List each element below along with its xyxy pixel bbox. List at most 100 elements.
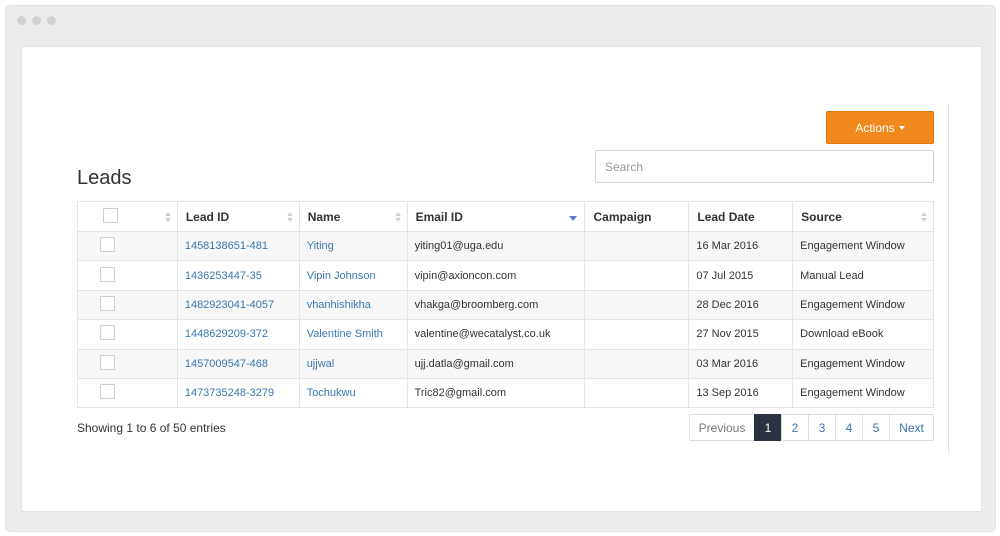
lead-name-link[interactable]: Valentine Smith bbox=[307, 328, 383, 340]
name-cell: Tochukwu bbox=[298, 377, 408, 409]
source-cell: Engagement Window bbox=[792, 377, 934, 409]
select-all-checkbox[interactable] bbox=[103, 207, 118, 223]
campaign-cell bbox=[584, 260, 690, 291]
lead-id-cell: 1436253447-35 bbox=[176, 260, 300, 291]
browser-window: Actions Leads Lead ID bbox=[5, 5, 996, 532]
sort-icon[interactable] bbox=[921, 211, 927, 222]
name-cell: vhanhishikha bbox=[298, 289, 408, 321]
lead-id-link[interactable]: 1458138651-481 bbox=[185, 240, 268, 252]
caret-down-icon bbox=[898, 126, 905, 130]
email-cell: ujj.datla@gmail.com bbox=[406, 348, 586, 379]
email-cell: vipin@axioncon.com bbox=[406, 260, 586, 291]
column-header-label: Lead ID bbox=[185, 209, 230, 224]
table-row: 1473735248-3279 Tochukwu Tric82@gmail.co… bbox=[77, 377, 934, 409]
window-controls bbox=[17, 16, 56, 25]
page-button-3[interactable]: 3 bbox=[808, 414, 836, 441]
column-header-source[interactable]: Source bbox=[792, 201, 934, 232]
name-cell: Vipin Johnson bbox=[298, 260, 408, 291]
table-row: 1458138651-481 Yiting yiting01@uga.edu 1… bbox=[77, 230, 934, 262]
window-dot-icon bbox=[17, 16, 26, 25]
name-cell: Yiting bbox=[298, 230, 408, 262]
sort-desc-icon[interactable] bbox=[569, 215, 578, 221]
sort-icon[interactable] bbox=[164, 211, 171, 222]
table-row: 1448629209-372 Valentine Smith valentine… bbox=[77, 319, 934, 350]
lead-name-link[interactable]: Tochukwu bbox=[307, 387, 356, 399]
lead-id-cell: 1473735248-3279 bbox=[176, 377, 300, 409]
lead-name-link[interactable]: Yiting bbox=[307, 240, 334, 252]
row-checkbox[interactable] bbox=[100, 384, 115, 400]
table-row: 1457009547-468 ujjwal ujj.datla@gmail.co… bbox=[77, 348, 934, 379]
page-button-1[interactable]: 1 bbox=[754, 414, 782, 441]
lead-id-cell: 1458138651-481 bbox=[176, 230, 300, 262]
row-checkbox[interactable] bbox=[100, 325, 115, 341]
sort-icon[interactable] bbox=[394, 211, 401, 222]
row-select-cell bbox=[77, 319, 178, 350]
page-title: Leads bbox=[77, 167, 132, 189]
column-header-lead-id[interactable]: Lead ID bbox=[176, 201, 300, 232]
lead-id-link[interactable]: 1457009547-468 bbox=[185, 358, 268, 370]
email-cell: vhakga@broomberg.com bbox=[406, 289, 586, 321]
lead-date-cell: 16 Mar 2016 bbox=[688, 230, 794, 262]
pagination: Previous 1 2 3 4 5 Next bbox=[689, 414, 934, 441]
column-header-campaign[interactable]: Campaign bbox=[584, 201, 690, 232]
column-header-label: Source bbox=[801, 209, 842, 224]
lead-id-link[interactable]: 1436253447-35 bbox=[185, 270, 262, 282]
lead-name-link[interactable]: vhanhishikha bbox=[307, 299, 371, 311]
campaign-cell bbox=[584, 230, 690, 262]
lead-id-link[interactable]: 1448629209-372 bbox=[185, 328, 268, 340]
name-cell: ujjwal bbox=[298, 348, 408, 379]
column-header-label: Lead Date bbox=[697, 209, 755, 224]
search-input[interactable] bbox=[595, 150, 934, 183]
column-header-email[interactable]: Email ID bbox=[406, 201, 586, 232]
lead-id-cell: 1448629209-372 bbox=[176, 319, 300, 350]
page-button-5[interactable]: 5 bbox=[862, 414, 890, 441]
table-header-row: Lead ID Name Email ID Campaign Lead Date… bbox=[77, 201, 934, 232]
lead-name-link[interactable]: Vipin Johnson bbox=[307, 270, 376, 282]
email-cell: Tric82@gmail.com bbox=[406, 377, 586, 409]
row-checkbox[interactable] bbox=[100, 237, 115, 253]
column-header-label: Campaign bbox=[593, 209, 652, 224]
campaign-cell bbox=[584, 377, 690, 409]
source-cell: Engagement Window bbox=[792, 289, 934, 321]
entries-info: Showing 1 to 6 of 50 entries bbox=[77, 421, 226, 435]
campaign-cell bbox=[584, 289, 690, 321]
row-select-cell bbox=[77, 260, 178, 291]
lead-date-cell: 13 Sep 2016 bbox=[688, 377, 794, 409]
source-cell: Engagement Window bbox=[792, 230, 934, 262]
column-header-label: Name bbox=[307, 209, 341, 224]
actions-button[interactable]: Actions bbox=[826, 111, 934, 144]
page-button-4[interactable]: 4 bbox=[835, 414, 863, 441]
panel-divider bbox=[948, 104, 949, 454]
table-row: 1436253447-35 Vipin Johnson vipin@axionc… bbox=[77, 260, 934, 291]
lead-date-cell: 07 Jul 2015 bbox=[688, 260, 794, 291]
column-header-name[interactable]: Name bbox=[298, 201, 408, 232]
lead-id-link[interactable]: 1482923041-4057 bbox=[185, 299, 274, 311]
lead-id-cell: 1482923041-4057 bbox=[176, 289, 300, 321]
campaign-cell bbox=[584, 348, 690, 379]
table-row: 1482923041-4057 vhanhishikha vhakga@broo… bbox=[77, 289, 934, 321]
previous-page-button[interactable]: Previous bbox=[689, 414, 755, 441]
row-checkbox[interactable] bbox=[100, 266, 115, 282]
page-button-2[interactable]: 2 bbox=[781, 414, 809, 441]
email-cell: valentine@wecatalyst.co.uk bbox=[406, 319, 586, 350]
window-dot-icon bbox=[47, 16, 56, 25]
lead-name-link[interactable]: ujjwal bbox=[307, 358, 335, 370]
column-header-label: Email ID bbox=[415, 209, 463, 224]
lead-date-cell: 03 Mar 2016 bbox=[688, 348, 794, 379]
lead-date-cell: 27 Nov 2015 bbox=[688, 319, 794, 350]
next-page-button[interactable]: Next bbox=[889, 414, 934, 441]
column-header-lead-date[interactable]: Lead Date bbox=[688, 201, 794, 232]
window-dot-icon bbox=[32, 16, 41, 25]
row-checkbox[interactable] bbox=[100, 354, 115, 370]
row-select-cell bbox=[77, 230, 178, 262]
source-cell: Download eBook bbox=[792, 319, 934, 350]
select-all-header bbox=[77, 201, 178, 232]
sort-icon[interactable] bbox=[286, 211, 293, 222]
name-cell: Valentine Smith bbox=[298, 319, 408, 350]
lead-id-link[interactable]: 1473735248-3279 bbox=[185, 387, 274, 399]
campaign-cell bbox=[584, 319, 690, 350]
row-select-cell bbox=[77, 377, 178, 409]
row-checkbox[interactable] bbox=[100, 295, 115, 311]
page-viewport: Actions Leads Lead ID bbox=[21, 46, 982, 512]
row-select-cell bbox=[77, 289, 178, 321]
